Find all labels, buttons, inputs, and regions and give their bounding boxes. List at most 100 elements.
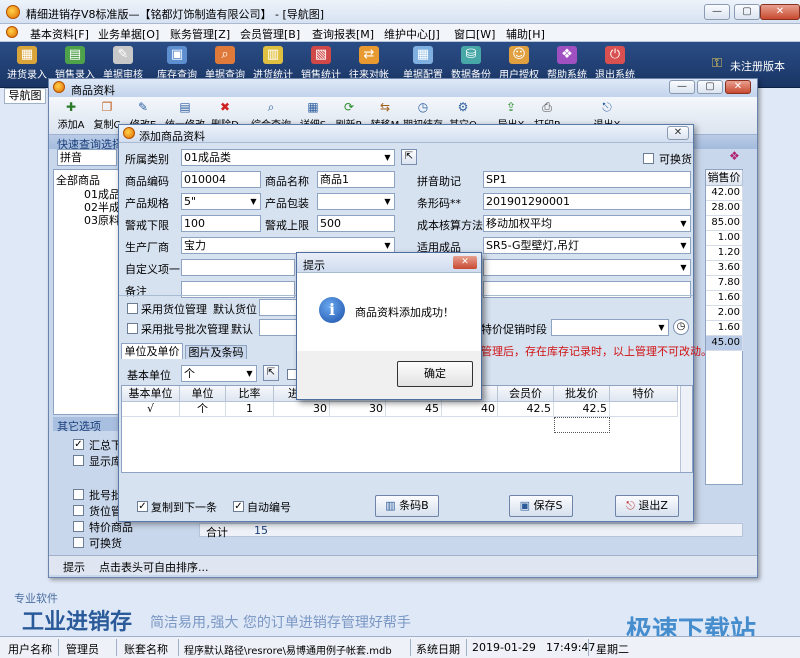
grid-focus-cell[interactable] — [554, 417, 610, 433]
menu-members[interactable]: 会员管理[B] — [240, 26, 300, 42]
search-mode-select[interactable]: 拼音 — [57, 149, 117, 166]
message-close-icon[interactable]: ✕ — [453, 256, 477, 269]
unit-picker-button[interactable]: ⇱ — [263, 365, 279, 381]
grid-cell[interactable]: 40 — [442, 402, 498, 417]
pinyin-input[interactable]: SP1 — [483, 171, 691, 188]
grid-cell[interactable]: 42.5 — [554, 402, 610, 417]
save-button[interactable]: ▣ 保存S — [509, 495, 573, 517]
price-cell[interactable]: 1.20 — [706, 246, 743, 261]
exit-button[interactable]: ⎋ 退出Z — [615, 495, 679, 517]
grid-cell[interactable]: 45 — [386, 402, 442, 417]
tab-image-barcode[interactable]: 图片及条码 — [185, 345, 247, 359]
menu-documents[interactable]: 业务单据[O] — [98, 26, 159, 42]
pt-add[interactable]: ✚ 添加A — [53, 99, 89, 133]
default2-input[interactable] — [259, 319, 299, 336]
ok-button[interactable]: 确定 — [397, 361, 473, 387]
pw-minimize[interactable]: — — [669, 80, 695, 94]
grid-header[interactable]: 单位 — [180, 386, 226, 402]
price-cell[interactable]: 2.00 — [706, 306, 743, 321]
grid-header[interactable]: 比率 — [226, 386, 274, 402]
location-checkbox[interactable] — [73, 505, 84, 516]
name-input[interactable]: 商品1 — [317, 171, 395, 188]
applicable-select[interactable]: SR5-G型壁灯,吊灯 ▼ — [483, 237, 691, 254]
grid-cell[interactable]: 个 — [180, 402, 226, 417]
cost-method-select[interactable]: 移动加权平均 ▼ — [483, 215, 691, 232]
menu-basic[interactable]: 基本资料[F] — [30, 26, 89, 42]
product-window-icon — [53, 81, 65, 93]
clock-picker-icon[interactable]: ◷ — [673, 319, 689, 335]
stock-icon: ▣ — [167, 46, 187, 64]
minimize-button[interactable]: — — [704, 4, 730, 20]
code-input[interactable]: 010004 — [181, 171, 261, 188]
batch-mgmt-checkbox[interactable] — [127, 323, 138, 334]
grid-header[interactable]: 批发价 — [554, 386, 610, 402]
custom-right-select[interactable]: ▼ — [483, 259, 691, 276]
summary-checkbox[interactable]: ✓ — [73, 439, 84, 450]
default-location-input[interactable] — [259, 299, 299, 316]
high-limit-input[interactable]: 500 — [317, 215, 395, 232]
price-cell[interactable]: 7.80 — [706, 276, 743, 291]
exchangeable-checkbox[interactable] — [643, 153, 654, 164]
message-title: 提示 — [303, 259, 325, 272]
close-button[interactable]: ✕ — [760, 4, 800, 20]
price-cell[interactable]: 3.60 — [706, 261, 743, 276]
price-col-header[interactable]: 销售价 — [706, 170, 743, 186]
price-cell[interactable]: 1.00 — [706, 231, 743, 246]
batch-checkbox[interactable] — [73, 489, 84, 500]
price-cell[interactable]: 42.00 — [706, 186, 743, 201]
price-cell[interactable]: 1.60 — [706, 291, 743, 306]
spec-label: 产品规格 — [125, 197, 169, 210]
pw-maximize[interactable]: ▢ — [697, 80, 723, 94]
grid-cell[interactable]: √ — [122, 402, 180, 417]
price-cell[interactable]: 85.00 — [706, 216, 743, 231]
promo-period-select[interactable]: ▼ — [551, 319, 669, 336]
pw-close[interactable]: ✕ — [725, 80, 751, 94]
base-unit-select[interactable]: 个 ▼ — [181, 365, 257, 382]
status-bar: 用户名称 管理员 账套名称 程序默认路径\resrore\易博通用例子帐套.md… — [0, 636, 800, 658]
show-stock-checkbox[interactable] — [73, 455, 84, 466]
grid-scrollbar[interactable] — [680, 386, 692, 472]
barcode-input[interactable]: 201901290001 — [483, 193, 691, 210]
grid-cell[interactable]: 30 — [274, 402, 330, 417]
menu-reports[interactable]: 查询报表[M] — [312, 26, 374, 42]
copy-next-checkbox[interactable]: ✓ — [137, 501, 148, 512]
category-picker-button[interactable]: ⇱ — [401, 149, 417, 165]
grid-cell[interactable] — [610, 402, 678, 417]
tab-unit-price[interactable]: 单位及单价 — [121, 343, 183, 359]
toolbar-purchase-entry[interactable]: ▦ 进货录入 — [4, 44, 50, 86]
divider — [178, 639, 179, 656]
special-checkbox[interactable] — [73, 521, 84, 532]
grid-header[interactable]: 特价 — [610, 386, 678, 402]
menu-accounts[interactable]: 账务管理[Z] — [170, 26, 230, 42]
book-icon[interactable]: ❖ — [729, 149, 743, 163]
save-icon: ▣ — [519, 499, 534, 512]
other-options-header: 其它选项 — [53, 417, 123, 433]
menu-maintenance[interactable]: 维护中心[J] — [384, 26, 440, 42]
category-select[interactable]: 01成品类 ▼ — [181, 149, 395, 166]
tree-item[interactable]: 03原料 — [84, 212, 120, 228]
dialog-close[interactable]: ✕ — [667, 126, 689, 140]
grid-header[interactable]: 基本单位 — [122, 386, 180, 402]
price-cell[interactable]: 28.00 — [706, 201, 743, 216]
menu-app-icon — [6, 26, 18, 38]
grid-cell[interactable]: 30 — [330, 402, 386, 417]
custom-input[interactable] — [181, 259, 295, 276]
transfer-icon: ⇆ — [379, 100, 391, 114]
grid-cell[interactable]: 42.5 — [498, 402, 554, 417]
tab-navigation[interactable]: 导航图 — [4, 88, 46, 104]
maker-label: 生产厂商 — [125, 241, 169, 254]
pack-select[interactable]: ▼ — [317, 193, 395, 210]
exchange-checkbox[interactable] — [73, 537, 84, 548]
auto-number-checkbox[interactable]: ✓ — [233, 501, 244, 512]
copy-icon: ❐ — [101, 100, 113, 114]
grid-cell[interactable]: 1 — [226, 402, 274, 417]
spec-select[interactable]: 5" ▼ — [181, 193, 261, 210]
maximize-button[interactable]: ▢ — [734, 4, 760, 20]
barcode-button[interactable]: ▥ 条码B — [375, 495, 439, 517]
menu-window[interactable]: 窗口[W] — [454, 26, 495, 42]
low-limit-input[interactable]: 100 — [181, 215, 261, 232]
location-mgmt-checkbox[interactable] — [127, 303, 138, 314]
grid-header[interactable]: 会员价 — [498, 386, 554, 402]
menu-help[interactable]: 辅助[H] — [506, 26, 545, 42]
price-cell[interactable]: 1.60 — [706, 321, 743, 336]
